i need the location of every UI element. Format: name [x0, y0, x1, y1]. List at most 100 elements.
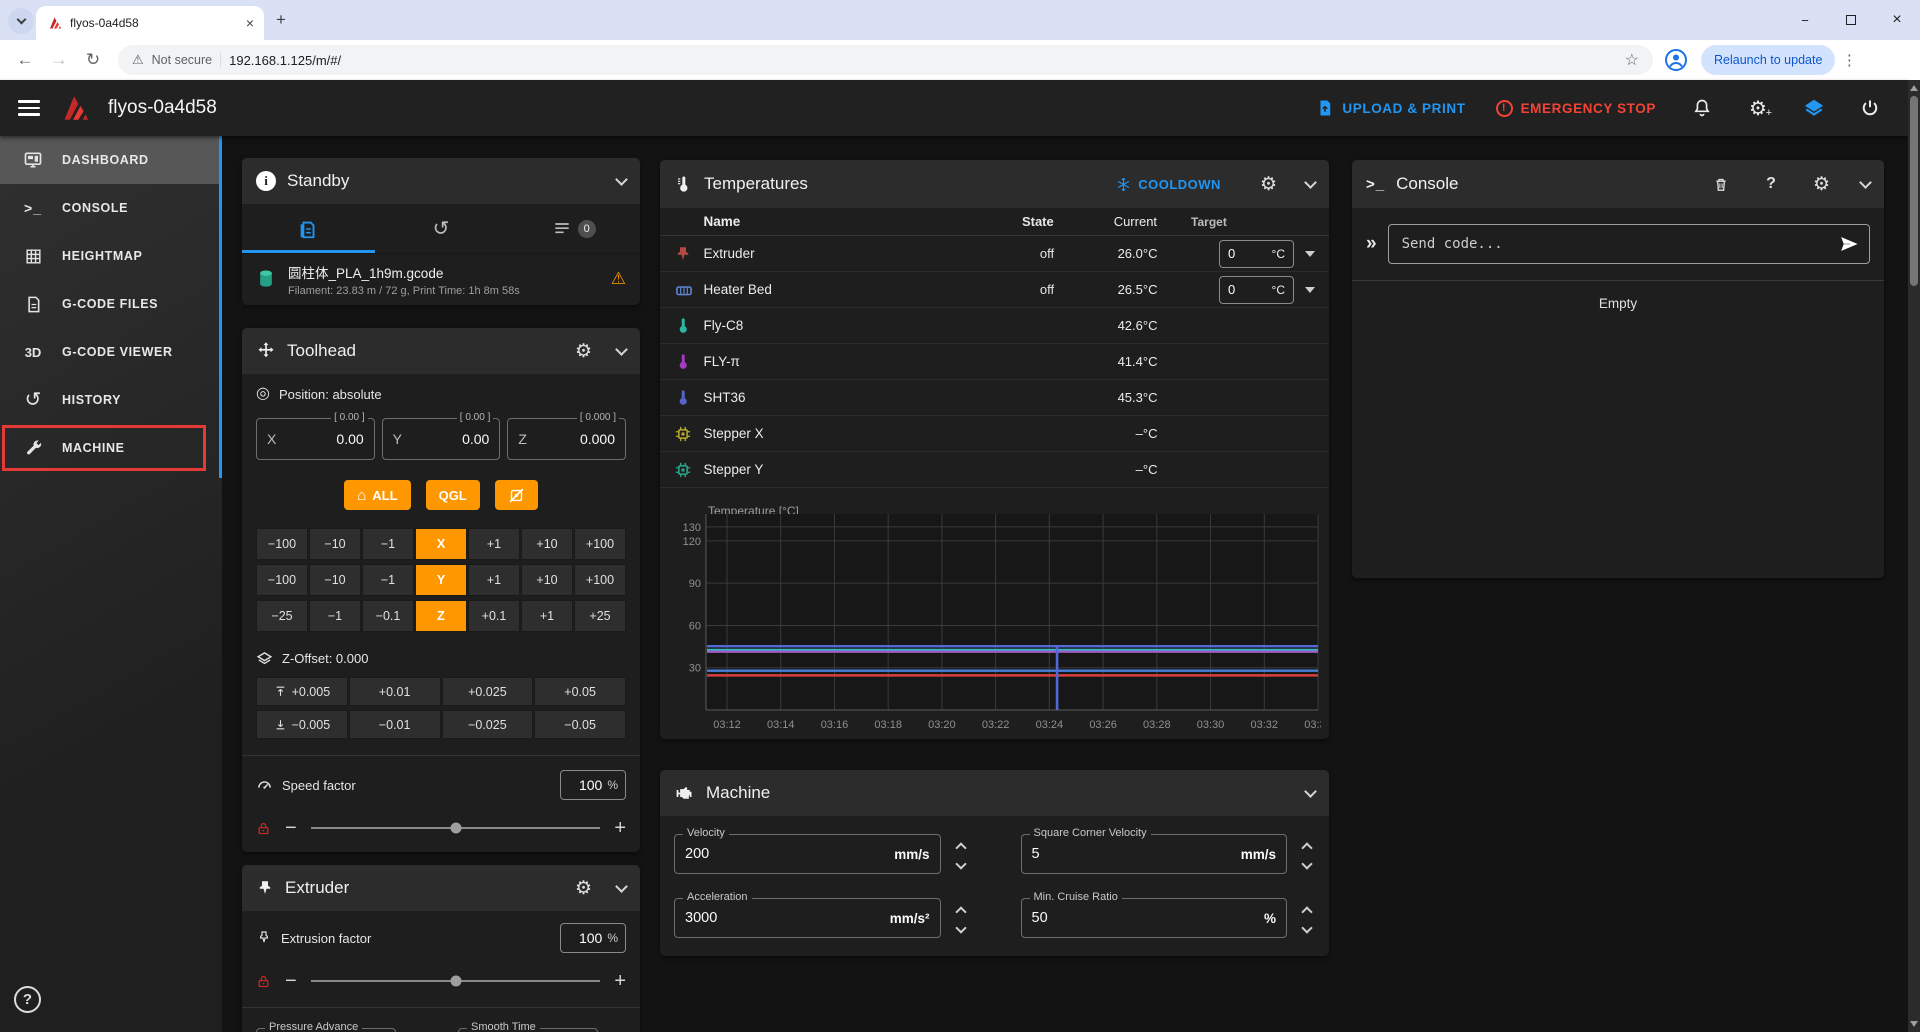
collapse-chevron-icon[interactable] — [615, 880, 628, 893]
jog-button[interactable]: −1 — [309, 600, 361, 632]
profile-avatar[interactable] — [1663, 47, 1689, 73]
gcode-file-row[interactable]: 圆柱体_PLA_1h9m.gcode Filament: 23.83 m / 7… — [242, 254, 640, 304]
z-offset-button[interactable]: +0.05 — [534, 677, 626, 706]
interface-settings-gear-icon[interactable]: ⚙+ — [1738, 96, 1778, 121]
z-offset-button[interactable]: +0.025 — [442, 677, 534, 706]
sidebar-item-heightmap[interactable]: HEIGHTMAP — [0, 232, 222, 280]
z-offset-button[interactable]: −0.05 — [534, 710, 626, 739]
sidebar-item-console[interactable]: >_CONSOLE — [0, 184, 222, 232]
tab-current-file[interactable] — [242, 204, 375, 253]
qgl-button[interactable]: QGL — [426, 480, 480, 510]
expand-console-button[interactable]: » — [1366, 233, 1377, 255]
tab-search-button[interactable] — [8, 8, 34, 34]
decrement-chevron-icon[interactable] — [955, 922, 966, 933]
power-icon[interactable] — [1850, 98, 1890, 118]
forward-button[interactable]: → — [44, 45, 74, 75]
z-offset-button[interactable]: +0.01 — [349, 677, 441, 706]
browser-menu-icon[interactable]: ⋮ — [1839, 51, 1859, 69]
jog-button[interactable]: −10 — [309, 564, 361, 596]
toolhead-settings-gear-icon[interactable]: ⚙ — [575, 342, 592, 361]
cooldown-button[interactable]: COOLDOWN — [1116, 177, 1221, 192]
jog-button[interactable]: +25 — [574, 600, 626, 632]
number-input[interactable]: Pressure Advance0.05s — [256, 1028, 396, 1032]
sidebar-item-history[interactable]: ↺HISTORY — [0, 376, 222, 424]
speed-decrease-button[interactable]: − — [285, 818, 297, 838]
increment-chevron-icon[interactable] — [955, 906, 966, 917]
window-maximize-button[interactable] — [1828, 13, 1874, 28]
upload-and-print-button[interactable]: UPLOAD & PRINT — [1316, 99, 1465, 117]
emergency-stop-button[interactable]: ! EMERGENCY STOP — [1496, 100, 1656, 117]
jog-button[interactable]: −1 — [362, 528, 414, 560]
lock-icon[interactable] — [256, 974, 271, 989]
z-offset-button[interactable]: −0.025 — [442, 710, 534, 739]
target-temperature-input[interactable]: 0°C — [1219, 240, 1294, 268]
z-offset-button[interactable]: −0.01 — [349, 710, 441, 739]
jog-button[interactable]: +100 — [574, 564, 626, 596]
jog-button[interactable]: +0.1 — [468, 600, 520, 632]
increment-chevron-icon[interactable] — [955, 842, 966, 853]
z-offset-button[interactable]: −0.005 — [256, 710, 348, 739]
extrusion-slider[interactable] — [311, 980, 601, 982]
jog-button[interactable]: −1 — [362, 564, 414, 596]
send-icon[interactable] — [1838, 233, 1860, 255]
number-input[interactable]: Smooth Time0.04s — [458, 1028, 598, 1032]
extrusion-decrease-button[interactable]: − — [285, 971, 297, 991]
tab-reprint[interactable]: ↺ — [375, 204, 508, 253]
sidebar-item-dashboard[interactable]: DASHBOARD — [0, 136, 222, 184]
page-scrollbar[interactable] — [1908, 80, 1920, 1032]
browser-tab[interactable]: flyos-0a4d58 × — [36, 6, 264, 40]
relaunch-to-update-button[interactable]: Relaunch to update — [1701, 45, 1835, 75]
decrement-chevron-icon[interactable] — [1301, 922, 1312, 933]
collapse-chevron-icon[interactable] — [615, 343, 628, 356]
slider-thumb[interactable] — [450, 823, 461, 834]
speed-slider[interactable] — [311, 827, 601, 829]
jog-button[interactable]: −100 — [256, 564, 308, 596]
collapse-chevron-icon[interactable] — [1304, 785, 1317, 798]
new-tab-button[interactable]: + — [276, 10, 286, 30]
collapse-chevron-icon[interactable] — [1304, 176, 1317, 189]
theme-layers-icon[interactable] — [1794, 97, 1834, 119]
target-temperature-input[interactable]: 0°C — [1219, 276, 1294, 304]
number-input[interactable]: Square Corner Velocity5mm/s — [1021, 834, 1288, 874]
extrusion-factor-input[interactable]: 100% — [560, 923, 626, 953]
preset-dropdown-icon[interactable] — [1305, 287, 1315, 293]
slider-thumb[interactable] — [450, 976, 461, 987]
jog-button[interactable]: +1 — [468, 528, 520, 560]
jog-button[interactable]: +10 — [521, 564, 573, 596]
bookmark-star-icon[interactable]: ☆ — [1625, 50, 1639, 70]
jog-button[interactable]: +10 — [521, 528, 573, 560]
jog-button[interactable]: −100 — [256, 528, 308, 560]
window-minimize-button[interactable]: − — [1782, 13, 1828, 28]
increment-chevron-icon[interactable] — [1301, 906, 1312, 917]
extrusion-increase-button[interactable]: + — [614, 971, 626, 991]
collapse-chevron-icon[interactable] — [1859, 176, 1872, 189]
help-button[interactable]: ? — [14, 986, 41, 1013]
sidebar-item-g-code-files[interactable]: G-CODE FILES — [0, 280, 222, 328]
speed-increase-button[interactable]: + — [614, 818, 626, 838]
window-close-button[interactable]: × — [1874, 11, 1920, 29]
jog-button[interactable]: +1 — [521, 600, 573, 632]
tab-job-queue[interactable]: 0 — [507, 204, 640, 253]
jog-button[interactable]: −25 — [256, 600, 308, 632]
lock-icon[interactable] — [256, 821, 271, 836]
hamburger-menu-icon[interactable] — [18, 100, 40, 116]
home-all-button[interactable]: ⌂ALL — [344, 480, 410, 510]
url-bar[interactable]: ⚠ Not secure 192.168.1.125/m/#/ ☆ — [118, 45, 1653, 75]
jog-button[interactable]: +100 — [574, 528, 626, 560]
decrement-chevron-icon[interactable] — [955, 858, 966, 869]
collapse-chevron-icon[interactable] — [615, 173, 628, 186]
scrollbar-thumb[interactable] — [1910, 96, 1918, 286]
scroll-down-arrow[interactable] — [1910, 1021, 1918, 1027]
jog-button[interactable]: −10 — [309, 528, 361, 560]
console-settings-gear-icon[interactable]: ⚙ — [1813, 175, 1830, 194]
scroll-up-arrow[interactable] — [1910, 85, 1918, 91]
increment-chevron-icon[interactable] — [1301, 842, 1312, 853]
jog-button[interactable]: −0.1 — [362, 600, 414, 632]
number-input[interactable]: Acceleration3000mm/s² — [674, 898, 941, 938]
back-button[interactable]: ← — [10, 45, 40, 75]
z-offset-button[interactable]: +0.005 — [256, 677, 348, 706]
reload-button[interactable]: ↻ — [78, 45, 108, 75]
decrement-chevron-icon[interactable] — [1301, 858, 1312, 869]
number-input[interactable]: Min. Cruise Ratio50% — [1021, 898, 1288, 938]
jog-button[interactable]: +1 — [468, 564, 520, 596]
